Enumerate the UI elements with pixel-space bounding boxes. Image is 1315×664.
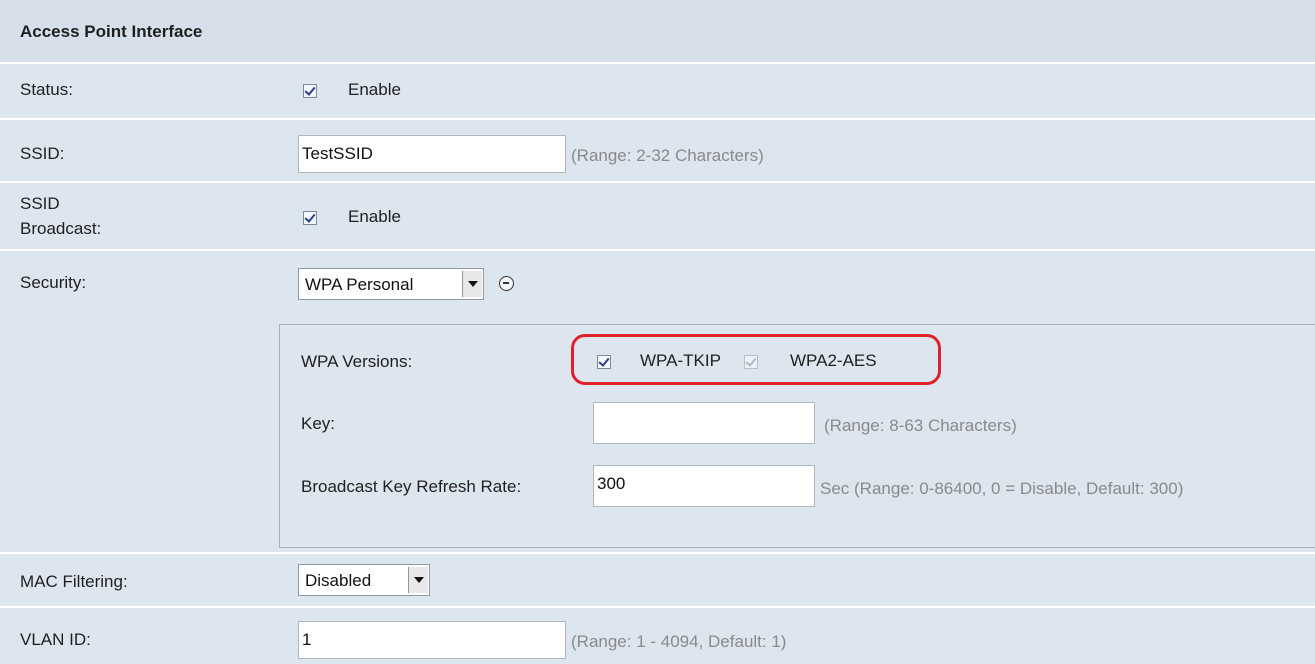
wpa-versions-label: WPA Versions:: [301, 352, 413, 371]
ssid-label: SSID:: [20, 144, 65, 163]
ssid-broadcast-enable-label: Enable: [348, 207, 401, 226]
divider: [0, 606, 1315, 608]
refresh-rate-label: Broadcast Key Refresh Rate:: [301, 477, 522, 496]
collapse-icon[interactable]: [499, 276, 514, 291]
ap-interface-panel: Access Point Interface Status: Enable SS…: [0, 0, 1315, 664]
status-enable-checkbox[interactable]: [303, 84, 317, 98]
ssid-input[interactable]: TestSSID: [298, 135, 566, 173]
key-input[interactable]: [593, 402, 815, 444]
mac-filtering-label: MAC Filtering:: [20, 572, 128, 591]
security-select[interactable]: WPA Personal: [298, 268, 484, 300]
section-title: Access Point Interface: [20, 22, 203, 41]
ssid-broadcast-label-line2: Broadcast:: [20, 219, 102, 238]
wpa-versions-highlight: [571, 334, 941, 385]
mac-filtering-selected-value: Disabled: [305, 571, 372, 590]
security-label: Security:: [20, 273, 87, 292]
status-enable-label: Enable: [348, 80, 401, 99]
mac-filtering-select[interactable]: Disabled: [298, 564, 430, 596]
key-range-hint: (Range: 8-63 Characters): [824, 416, 1017, 435]
refresh-rate-hint: Sec (Range: 0-86400, 0 = Disable, Defaul…: [820, 479, 1184, 498]
chevron-down-icon[interactable]: [408, 567, 428, 593]
security-selected-value: WPA Personal: [305, 275, 414, 294]
vlan-id-range-hint: (Range: 1 - 4094, Default: 1): [571, 632, 787, 651]
refresh-rate-input[interactable]: 300: [593, 465, 815, 507]
divider: [0, 62, 1315, 64]
divider: [0, 118, 1315, 120]
ssid-broadcast-label-line1: SSID: [20, 194, 60, 213]
status-label: Status:: [20, 80, 73, 99]
vlan-id-input[interactable]: 1: [298, 621, 566, 659]
vlan-id-label: VLAN ID:: [20, 630, 91, 649]
chevron-down-icon[interactable]: [462, 271, 482, 297]
ssid-range-hint: (Range: 2-32 Characters): [571, 146, 764, 165]
divider: [0, 181, 1315, 183]
ssid-broadcast-enable-checkbox[interactable]: [303, 211, 317, 225]
divider: [0, 249, 1315, 251]
divider: [0, 552, 1315, 554]
key-label: Key:: [301, 414, 336, 433]
